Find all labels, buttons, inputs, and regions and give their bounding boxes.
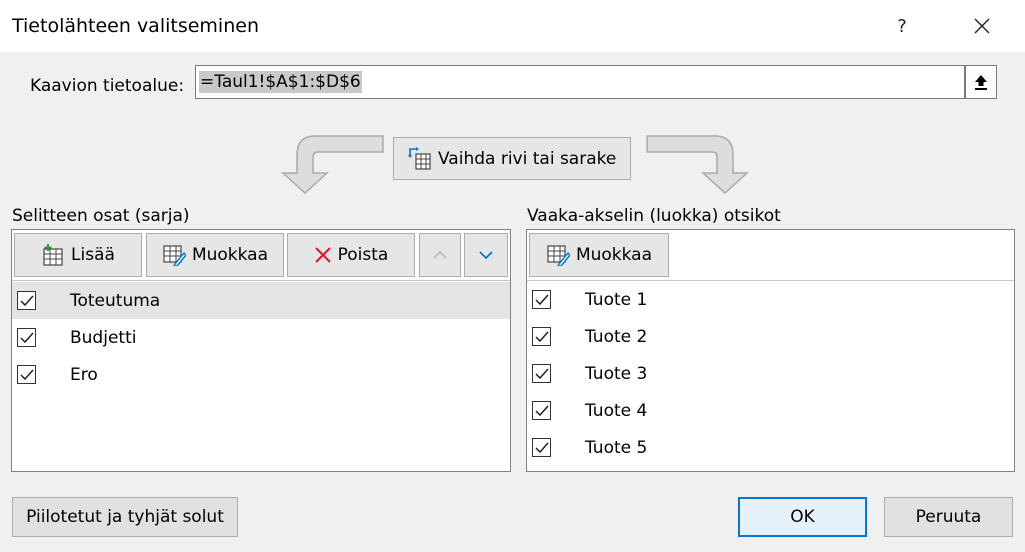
edit-axis-labels-button[interactable]: Muokkaa <box>529 233 669 277</box>
axis-labels-label: Vaaka-akselin (luokka) otsikot <box>527 206 781 226</box>
legend-entry-row[interactable]: Toteutuma <box>12 282 510 319</box>
legend-toolbar: Lisää Muokkaa Poista <box>12 230 510 281</box>
title-bar: Tietolähteen valitseminen ? <box>0 0 1025 52</box>
move-up-button[interactable] <box>419 233 461 277</box>
axis-label-checkbox[interactable] <box>532 401 551 420</box>
data-range-label: Kaavion tietoalue: <box>30 76 184 96</box>
edit-table-icon <box>547 245 570 266</box>
legend-entry-label: Toteutuma <box>70 290 161 311</box>
axis-label-text: Tuote 2 <box>585 326 648 347</box>
help-button[interactable]: ? <box>876 8 928 44</box>
edit-axis-labels-label: Muokkaa <box>575 245 653 265</box>
axis-label-checkbox[interactable] <box>532 438 551 457</box>
hidden-empty-cells-button[interactable]: Piilotetut ja tyhjät solut <box>12 497 238 537</box>
switch-row-column-label: Vaihda rivi tai sarake <box>438 148 617 169</box>
axis-label-text: Tuote 3 <box>585 363 648 384</box>
axis-label-row[interactable]: Tuote 2 <box>527 318 1014 355</box>
data-range-input[interactable]: =Taul1!$A$1:$D$6 <box>195 65 965 99</box>
axis-labels-list: Tuote 1 Tuote 2 Tuote 3 Tuote 4 Tuote 5 <box>527 281 1014 466</box>
switch-row-column-icon <box>408 146 431 170</box>
axis-label-text: Tuote 5 <box>585 437 648 458</box>
axis-label-row[interactable]: Tuote 1 <box>527 281 1014 318</box>
remove-series-button[interactable]: Poista <box>287 233 415 277</box>
add-table-icon <box>43 244 63 266</box>
edit-table-icon <box>163 245 186 266</box>
checkmark-icon <box>534 442 549 453</box>
ok-button[interactable]: OK <box>738 497 867 537</box>
add-series-button[interactable]: Lisää <box>14 233 142 277</box>
checkmark-icon <box>534 368 549 379</box>
chevron-down-icon <box>479 251 493 260</box>
dialog-title: Tietolähteen valitseminen <box>12 15 259 37</box>
legend-entry-checkbox[interactable] <box>17 328 36 347</box>
arrow-down-left-icon <box>281 135 384 195</box>
legend-entries-label: Selitteen osat (sarja) <box>12 206 190 226</box>
collapse-arrow-icon <box>975 75 987 90</box>
axis-label-text: Tuote 1 <box>585 289 648 310</box>
edit-series-label: Muokkaa <box>191 245 269 265</box>
axis-label-text: Tuote 4 <box>585 400 648 421</box>
data-range-value: =Taul1!$A$1:$D$6 <box>199 71 362 93</box>
collapse-dialog-button[interactable] <box>965 65 997 99</box>
legend-entry-checkbox[interactable] <box>17 291 36 310</box>
chevron-up-icon <box>433 250 447 259</box>
axis-label-checkbox[interactable] <box>532 364 551 383</box>
legend-entry-row[interactable]: Ero <box>12 356 510 393</box>
axis-label-row[interactable]: Tuote 5 <box>527 429 1014 466</box>
remove-x-icon <box>314 247 331 263</box>
axis-labels-panel: Muokkaa Tuote 1 Tuote 2 Tuote 3 Tuote 4 … <box>526 229 1015 472</box>
checkmark-icon <box>19 295 34 306</box>
remove-series-label: Poista <box>337 245 389 265</box>
checkmark-icon <box>534 294 549 305</box>
legend-entry-checkbox[interactable] <box>17 365 36 384</box>
move-down-button[interactable] <box>464 233 508 277</box>
checkmark-icon <box>19 369 34 380</box>
legend-entry-label: Ero <box>70 364 98 385</box>
arrow-down-right-icon <box>646 135 749 195</box>
axis-label-checkbox[interactable] <box>532 327 551 346</box>
close-icon <box>974 18 990 34</box>
axis-label-row[interactable]: Tuote 4 <box>527 392 1014 429</box>
legend-entry-row[interactable]: Budjetti <box>12 319 510 356</box>
legend-entry-label: Budjetti <box>70 327 137 348</box>
axis-label-row[interactable]: Tuote 3 <box>527 355 1014 392</box>
cancel-button[interactable]: Peruuta <box>884 497 1013 537</box>
legend-entries-panel: Lisää Muokkaa Poista Toteutuma Budjetti … <box>11 229 511 472</box>
axis-toolbar: Muokkaa <box>527 230 1014 281</box>
data-range-label-text: Kaavion tietoalue: <box>30 76 185 96</box>
checkmark-icon <box>534 331 549 342</box>
switch-row-column-button[interactable]: Vaihda rivi tai sarake <box>393 137 631 180</box>
checkmark-icon <box>534 405 549 416</box>
checkmark-icon <box>19 332 34 343</box>
add-series-label: Lisää <box>71 245 115 265</box>
close-button[interactable] <box>956 8 1008 44</box>
axis-label-checkbox[interactable] <box>532 290 551 309</box>
legend-entries-list: Toteutuma Budjetti Ero <box>12 282 510 393</box>
edit-series-button[interactable]: Muokkaa <box>146 233 284 277</box>
